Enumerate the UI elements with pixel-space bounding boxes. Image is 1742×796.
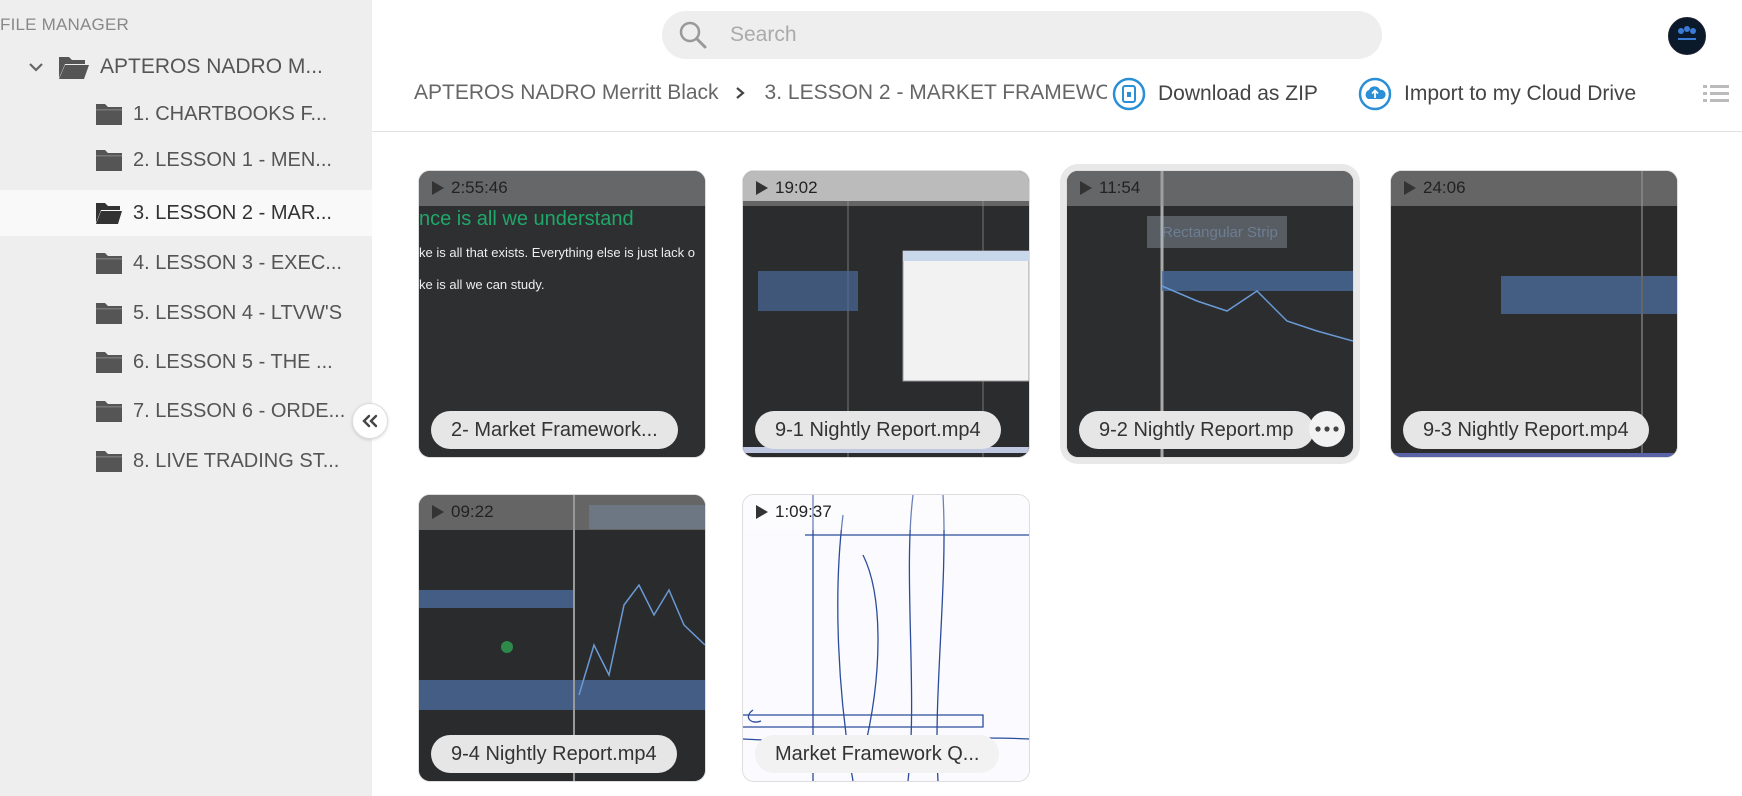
file-name: 9-4 Nightly Report.mp4 [431,735,677,773]
file-card[interactable]: 19:02 9-1 Nightly Report.mp4 [742,170,1030,458]
folder-icon [96,401,122,422]
zip-download-icon [1112,77,1146,111]
folder-open-icon [96,203,122,224]
duration-text: 24:06 [1423,178,1466,197]
video-duration: 11:54 [1079,178,1140,198]
folder-icon [96,303,122,324]
folder-open-icon [59,57,89,79]
video-duration: 1:09:37 [755,502,832,522]
thumb-text-line: Rectangular Strip [1162,224,1278,241]
file-name: 2- Market Framework... [431,411,678,449]
thumb-text-line: nce is all we understand [419,208,634,230]
play-icon [1404,181,1416,195]
import-cloud-label: Import to my Cloud Drive [1404,82,1637,105]
sidebar-item-label: 6. LESSON 5 - THE ... [133,350,333,373]
thumb-text-line: ke is all that exists. Everything else i… [419,245,695,260]
file-card[interactable]: 1:09:37 Market Framework Q... [742,494,1030,782]
sidebar-item-label: 1. CHARTBOOKS F... [133,102,328,125]
sidebar-item-chartbooks[interactable]: 1. CHARTBOOKS F... [0,91,372,137]
double-chevron-left-icon [362,414,378,428]
chevron-down-icon[interactable] [24,55,48,79]
sidebar-item-lesson6[interactable]: 7. LESSON 6 - ORDE... [0,388,372,434]
thumb-text-line: ke is all we can study. [419,277,544,292]
folder-icon [96,451,122,472]
breadcrumb-root[interactable]: APTEROS NADRO Merritt Black [414,81,719,105]
download-zip-button[interactable]: Download as ZIP [1112,76,1318,112]
play-icon [756,181,768,195]
folder-icon [96,253,122,274]
sidebar-item-live-trading[interactable]: 8. LIVE TRADING ST... [0,438,372,484]
folder-icon [96,150,122,171]
sidebar-item-label: 3. LESSON 2 - MAR... [133,201,332,224]
file-card[interactable]: 24:06 9-3 Nightly Report.mp4 [1390,170,1678,458]
sidebar: FILE MANAGER APTEROS NADRO M... 1. CHART… [0,0,372,796]
play-icon [432,181,444,195]
header-divider [372,131,1742,132]
file-name: 9-2 Nightly Report.mp [1079,411,1314,449]
folder-icon [96,352,122,373]
sidebar-title: FILE MANAGER [0,15,129,34]
import-cloud-drive-button[interactable]: Import to my Cloud Drive [1358,76,1636,112]
duration-text: 09:22 [451,502,494,521]
collapse-sidebar-button[interactable] [352,403,388,439]
video-duration: 19:02 [755,178,818,198]
video-duration: 2:55:46 [431,178,508,198]
file-name: 9-1 Nightly Report.mp4 [755,411,1001,449]
play-icon [756,505,768,519]
cloud-upload-icon [1358,77,1392,111]
sidebar-item-lesson4[interactable]: 5. LESSON 4 - LTVW'S [0,290,372,336]
avatar-image [1669,18,1705,54]
sidebar-item-lesson3[interactable]: 4. LESSON 3 - EXEC... [0,240,372,286]
sidebar-item-lesson2[interactable]: 3. LESSON 2 - MAR... [0,190,372,236]
file-card[interactable]: nce is all we understand ke is all that … [418,170,706,458]
file-card[interactable]: 09:22 9-4 Nightly Report.mp4 [418,494,706,782]
play-icon [432,505,444,519]
breadcrumb: APTEROS NADRO Merritt Black 3. LESSON 2 … [414,78,1107,108]
sidebar-item-lesson1[interactable]: 2. LESSON 1 - MEN... [0,137,372,183]
duration-text: 19:02 [775,178,818,197]
search-icon [679,21,707,49]
tree-root-folder[interactable]: APTEROS NADRO M... [24,48,323,86]
play-icon [1080,181,1092,195]
download-zip-label: Download as ZIP [1158,82,1318,105]
breadcrumb-current[interactable]: 3. LESSON 2 - MARKET FRAMEWORK [765,81,1107,105]
sidebar-item-label: 7. LESSON 6 - ORDE... [133,399,346,422]
more-dots-icon [1315,426,1339,432]
sidebar-item-label: 5. LESSON 4 - LTVW'S [133,301,343,324]
sidebar-item-label: 2. LESSON 1 - MEN... [133,148,332,171]
video-duration: 24:06 [1403,178,1466,198]
avatar[interactable] [1668,17,1706,55]
duration-text: 1:09:37 [775,502,832,521]
file-name: 9-3 Nightly Report.mp4 [1403,411,1649,449]
sidebar-item-label: 4. LESSON 3 - EXEC... [133,251,342,274]
tree-root-label: APTEROS NADRO M... [100,55,323,78]
video-duration: 09:22 [431,502,494,522]
file-name: Market Framework Q... [755,735,1000,773]
more-options-button[interactable] [1309,411,1345,447]
search-input[interactable] [728,22,1332,48]
chevron-right-icon [735,86,749,100]
duration-text: 11:54 [1099,178,1141,197]
file-card[interactable]: Rectangular Strip 11:54 9-2 Nightly Repo… [1066,170,1354,458]
sidebar-item-lesson5[interactable]: 6. LESSON 5 - THE ... [0,339,372,385]
folder-icon [96,104,122,125]
search-bar[interactable] [662,11,1382,59]
list-view-icon[interactable] [1703,83,1729,105]
sidebar-item-label: 8. LIVE TRADING ST... [133,449,340,472]
duration-text: 2:55:46 [451,178,508,197]
